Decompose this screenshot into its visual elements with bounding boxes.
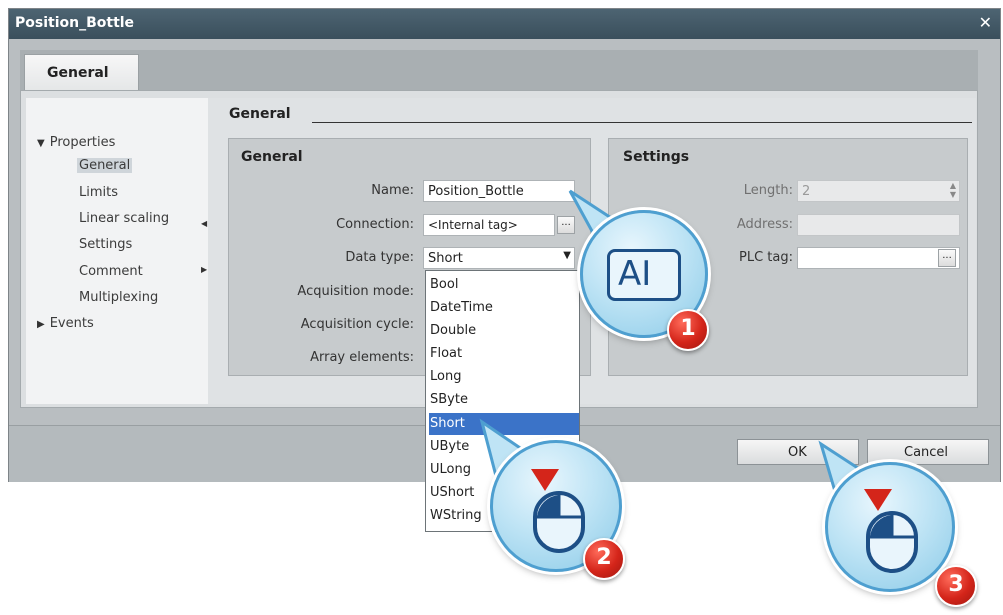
tab-general[interactable]: General xyxy=(24,54,139,92)
connection-field[interactable]: <Internal tag> xyxy=(423,214,555,236)
mouse-click-icon xyxy=(531,469,585,553)
splitter-left-caret-icon[interactable]: ◀ xyxy=(201,219,207,228)
nav-item-comment[interactable]: Comment xyxy=(79,264,143,279)
name-field[interactable]: Position_Bottle xyxy=(423,180,575,202)
plc-tag-label: PLC tag: xyxy=(739,250,793,265)
address-label: Address: xyxy=(736,217,793,232)
nav-properties[interactable]: ▼ Properties xyxy=(37,135,115,150)
close-icon[interactable]: ✕ xyxy=(979,13,992,32)
data-type-value: Short xyxy=(428,251,463,266)
nav-item-multiplexing[interactable]: Multiplexing xyxy=(79,290,158,305)
array-elements-label: Array elements: xyxy=(310,350,414,365)
plc-tag-browse-button[interactable]: ... xyxy=(938,249,956,267)
nav-item-limits[interactable]: Limits xyxy=(79,185,118,200)
dropdown-option-bool[interactable]: Bool xyxy=(429,274,579,296)
length-label: Length: xyxy=(743,183,793,198)
general-group-title: General xyxy=(241,149,303,165)
step-badge-3: 3 xyxy=(935,565,977,607)
name-label: Name: xyxy=(371,183,414,198)
plc-tag-field[interactable] xyxy=(797,247,960,269)
section-title: General xyxy=(229,106,291,122)
dropdown-option-double[interactable]: Double xyxy=(429,320,579,342)
data-type-label: Data type: xyxy=(345,250,414,265)
spinner-icon: ▲ ▼ xyxy=(949,181,956,199)
step-badge-2: 2 xyxy=(583,538,625,580)
nav-events[interactable]: ▶ Events xyxy=(37,316,94,331)
connection-label: Connection: xyxy=(336,217,414,232)
text-input-icon-label: AI xyxy=(618,254,652,294)
settings-group-title: Settings xyxy=(623,149,690,165)
length-value: 2 xyxy=(802,184,811,199)
mouse-click-icon xyxy=(864,489,918,573)
expand-down-icon[interactable]: ▼ xyxy=(37,138,45,149)
section-divider xyxy=(312,122,972,123)
dropdown-option-datetime[interactable]: DateTime xyxy=(429,297,579,319)
expand-right-icon[interactable]: ▶ xyxy=(37,319,45,330)
acquisition-cycle-label: Acquisition cycle: xyxy=(300,317,414,332)
dropdown-option-long[interactable]: Long xyxy=(429,366,579,388)
title-bar[interactable]: Position_Bottle ✕ xyxy=(9,9,1000,39)
address-field xyxy=(797,214,960,236)
dropdown-option-sbyte[interactable]: SByte xyxy=(429,389,579,411)
ok-button-label: OK xyxy=(788,445,807,460)
splitter-right-caret-icon[interactable]: ▶ xyxy=(201,265,207,274)
cancel-button[interactable]: Cancel xyxy=(867,439,989,465)
nav-properties-label: Properties xyxy=(49,135,116,150)
callout-3 xyxy=(825,462,955,592)
cancel-button-label: Cancel xyxy=(904,445,949,460)
tab-general-label: General xyxy=(47,65,109,81)
nav-item-settings[interactable]: Settings xyxy=(79,237,132,252)
acquisition-mode-label: Acquisition mode: xyxy=(297,284,414,299)
window-title: Position_Bottle xyxy=(15,15,135,31)
dropdown-option-float[interactable]: Float xyxy=(429,343,579,365)
data-type-select[interactable]: Short ▼ xyxy=(423,247,575,269)
nav-events-label: Events xyxy=(49,316,94,331)
text-input-icon: AI xyxy=(607,249,681,301)
tab-strip xyxy=(20,50,978,90)
length-field: 2 ▲ ▼ xyxy=(797,180,960,202)
nav-item-general[interactable]: General xyxy=(77,158,133,173)
step-badge-1: 1 xyxy=(667,309,709,351)
nav-item-linear-scaling[interactable]: Linear scaling xyxy=(79,211,169,226)
